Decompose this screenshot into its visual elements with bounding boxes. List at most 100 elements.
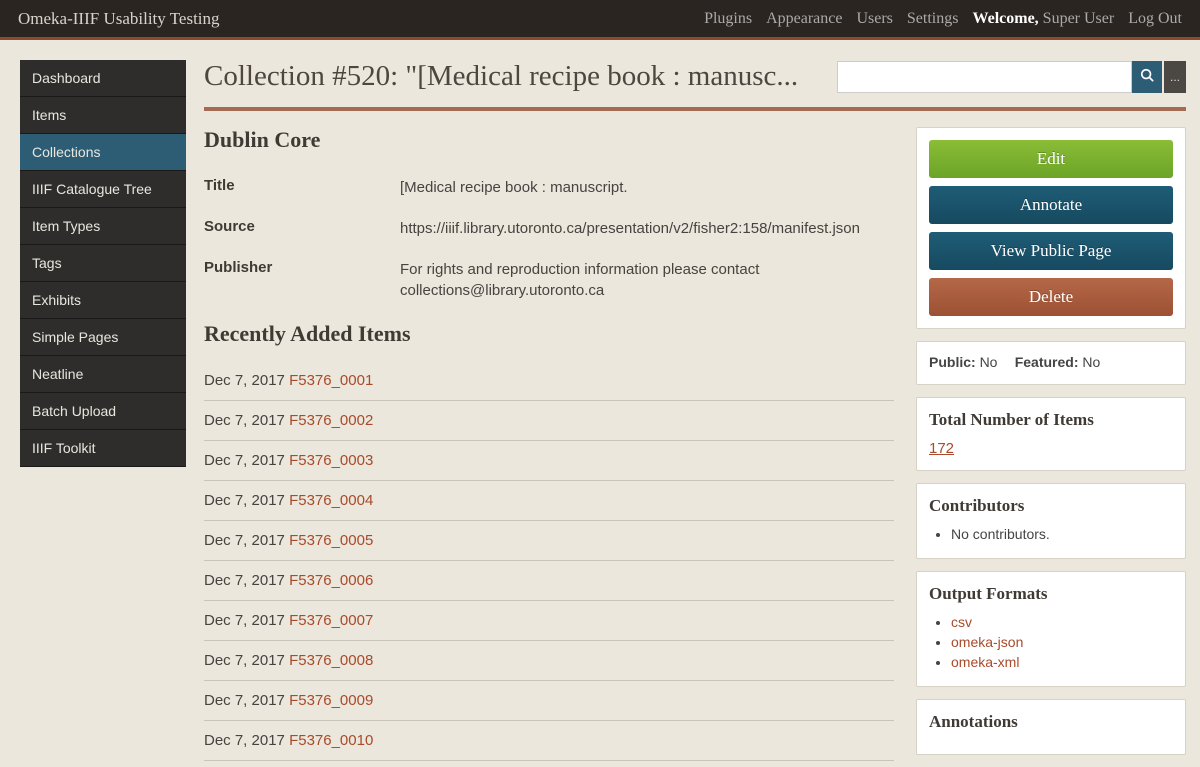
recent-item: Dec 7, 2017 F5376_0005 — [204, 521, 894, 561]
dc-row: Title[Medical recipe book : manuscript. — [204, 167, 894, 208]
welcome-text: Welcome, Super User — [972, 10, 1114, 28]
recent-heading: Recently Added Items — [204, 321, 894, 347]
nav-plugins[interactable]: Plugins — [704, 10, 752, 28]
sidebar-item-iiif-toolkit[interactable]: IIIF Toolkit — [20, 430, 186, 467]
topbar-right: Plugins Appearance Users Settings Welcom… — [704, 10, 1182, 28]
actions-panel: Edit Annotate View Public Page Delete — [916, 127, 1186, 329]
recent-item-date: Dec 7, 2017 — [204, 652, 289, 669]
sidebar-item-dashboard[interactable]: Dashboard — [20, 60, 186, 97]
recent-item-link[interactable]: F5376_0003 — [289, 452, 373, 469]
recent-item-link[interactable]: F5376_0004 — [289, 492, 373, 509]
view-public-button[interactable]: View Public Page — [929, 232, 1173, 270]
dc-label: Title — [204, 177, 400, 198]
format-link[interactable]: omeka-json — [951, 634, 1023, 650]
dublin-core-heading: Dublin Core — [204, 127, 894, 153]
content-main: Dublin Core Title[Medical recipe book : … — [204, 127, 894, 761]
recent-item: Dec 7, 2017 F5376_0008 — [204, 641, 894, 681]
recent-item-date: Dec 7, 2017 — [204, 572, 289, 589]
recent-item-link[interactable]: F5376_0010 — [289, 732, 373, 749]
contributors-none: No contributors. — [951, 526, 1173, 542]
sidebar-item-item-types[interactable]: Item Types — [20, 208, 186, 245]
contributors-panel: Contributors No contributors. — [916, 483, 1186, 559]
dc-row: Sourcehttps://iiif.library.utoronto.ca/p… — [204, 208, 894, 249]
formats-panel: Output Formats csv omeka-json omeka-xml — [916, 571, 1186, 687]
logout-link[interactable]: Log Out — [1128, 10, 1182, 28]
search-wrap: ... — [837, 61, 1186, 93]
search-input[interactable] — [837, 61, 1132, 93]
recent-item-date: Dec 7, 2017 — [204, 612, 289, 629]
titlebar: Collection #520: "[Medical recipe book :… — [204, 60, 1186, 111]
nav-settings[interactable]: Settings — [907, 10, 959, 28]
recent-item-date: Dec 7, 2017 — [204, 372, 289, 389]
sidebar-item-neatline[interactable]: Neatline — [20, 356, 186, 393]
edit-button[interactable]: Edit — [929, 140, 1173, 178]
dc-value: [Medical recipe book : manuscript. — [400, 177, 894, 198]
recent-item-date: Dec 7, 2017 — [204, 532, 289, 549]
formats-heading: Output Formats — [929, 584, 1173, 604]
topbar-left: Omeka-IIIF Usability Testing — [18, 9, 220, 29]
featured-status: Featured: No — [1015, 354, 1101, 370]
annotate-button[interactable]: Annotate — [929, 186, 1173, 224]
recent-item-link[interactable]: F5376_0001 — [289, 372, 373, 389]
nav-users[interactable]: Users — [856, 10, 892, 28]
sidebar-item-exhibits[interactable]: Exhibits — [20, 282, 186, 319]
annotations-heading: Annotations — [929, 712, 1173, 732]
search-button[interactable] — [1132, 61, 1162, 93]
format-link[interactable]: omeka-xml — [951, 654, 1019, 670]
recent-item: Dec 7, 2017 F5376_0004 — [204, 481, 894, 521]
sidebar-item-tags[interactable]: Tags — [20, 245, 186, 282]
dc-label: Publisher — [204, 259, 400, 301]
totals-heading: Total Number of Items — [929, 410, 1173, 430]
recent-item-date: Dec 7, 2017 — [204, 452, 289, 469]
page-title: Collection #520: "[Medical recipe book :… — [204, 60, 825, 93]
recent-item: Dec 7, 2017 F5376_0006 — [204, 561, 894, 601]
sidebar-item-items[interactable]: Items — [20, 97, 186, 134]
recent-item: Dec 7, 2017 F5376_0010 — [204, 721, 894, 761]
nav-appearance[interactable]: Appearance — [766, 10, 842, 28]
sidebar: DashboardItemsCollectionsIIIF Catalogue … — [20, 60, 186, 767]
dc-row: PublisherFor rights and reproduction inf… — [204, 249, 894, 311]
topbar: Omeka-IIIF Usability Testing Plugins App… — [0, 0, 1200, 40]
recent-item: Dec 7, 2017 F5376_0003 — [204, 441, 894, 481]
dc-label: Source — [204, 218, 400, 239]
recent-item-date: Dec 7, 2017 — [204, 732, 289, 749]
welcome-user[interactable]: Super User — [1043, 10, 1115, 27]
dc-value: https://iiif.library.utoronto.ca/present… — [400, 218, 894, 239]
recent-item-link[interactable]: F5376_0009 — [289, 692, 373, 709]
content-side: Edit Annotate View Public Page Delete Pu… — [916, 127, 1186, 767]
sidebar-item-iiif-catalogue-tree[interactable]: IIIF Catalogue Tree — [20, 171, 186, 208]
delete-button[interactable]: Delete — [929, 278, 1173, 316]
recent-item-link[interactable]: F5376_0002 — [289, 412, 373, 429]
dc-value: For rights and reproduction information … — [400, 259, 894, 301]
sidebar-item-collections[interactable]: Collections — [20, 134, 186, 171]
recent-item-link[interactable]: F5376_0007 — [289, 612, 373, 629]
contributors-heading: Contributors — [929, 496, 1173, 516]
format-link[interactable]: csv — [951, 614, 972, 630]
public-status: Public: No — [929, 354, 1001, 370]
status-panel: Public: No Featured: No — [916, 341, 1186, 385]
sidebar-item-batch-upload[interactable]: Batch Upload — [20, 393, 186, 430]
recent-item: Dec 7, 2017 F5376_0009 — [204, 681, 894, 721]
recent-item-link[interactable]: F5376_0006 — [289, 572, 373, 589]
format-item: omeka-xml — [951, 654, 1173, 670]
advanced-search-button[interactable]: ... — [1164, 61, 1186, 93]
site-title-link[interactable]: Omeka-IIIF Usability Testing — [18, 9, 220, 28]
recent-item-date: Dec 7, 2017 — [204, 492, 289, 509]
annotations-panel: Annotations — [916, 699, 1186, 755]
recent-item-link[interactable]: F5376_0005 — [289, 532, 373, 549]
search-icon — [1140, 68, 1154, 85]
welcome-label: Welcome, — [972, 10, 1038, 27]
recent-item-link[interactable]: F5376_0008 — [289, 652, 373, 669]
recent-item: Dec 7, 2017 F5376_0001 — [204, 361, 894, 401]
format-item: csv — [951, 614, 1173, 630]
recent-item: Dec 7, 2017 F5376_0002 — [204, 401, 894, 441]
recent-item-date: Dec 7, 2017 — [204, 412, 289, 429]
totals-panel: Total Number of Items 172 — [916, 397, 1186, 471]
format-item: omeka-json — [951, 634, 1173, 650]
main: Collection #520: "[Medical recipe book :… — [204, 60, 1186, 767]
sidebar-item-simple-pages[interactable]: Simple Pages — [20, 319, 186, 356]
recent-list: Dec 7, 2017 F5376_0001Dec 7, 2017 F5376_… — [204, 361, 894, 761]
totals-value[interactable]: 172 — [929, 440, 954, 457]
recent-item-date: Dec 7, 2017 — [204, 692, 289, 709]
recent-item: Dec 7, 2017 F5376_0007 — [204, 601, 894, 641]
